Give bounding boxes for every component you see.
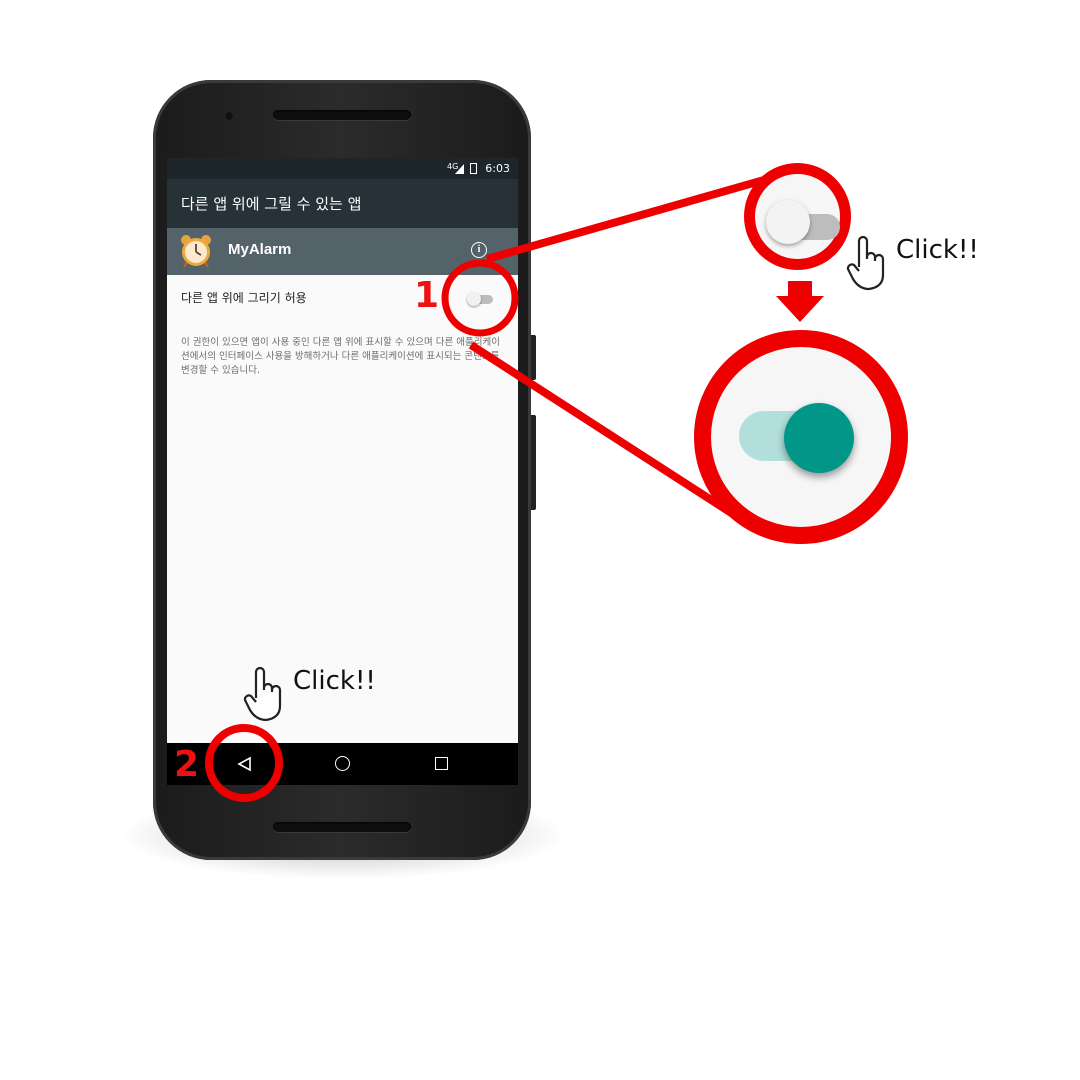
hand-pointer-icon bbox=[846, 235, 885, 291]
caption-line-1: 다른 앱 위에 그리기 권한을 bbox=[179, 912, 901, 982]
click-label-2: Click!! bbox=[293, 666, 376, 696]
toggle-on-thumb bbox=[784, 403, 854, 473]
highlight-back-circle bbox=[205, 724, 283, 802]
click-label-1: Click!! bbox=[896, 235, 979, 265]
highlight-toggle-circle bbox=[441, 259, 519, 337]
caption-line-2: 활성화 해주세요. bbox=[315, 989, 765, 1059]
zoom-toggle-off bbox=[744, 163, 851, 270]
arrow-down-shaft bbox=[788, 281, 812, 298]
toggle-off-thumb bbox=[766, 200, 810, 244]
step-number-2: 2 bbox=[174, 744, 200, 785]
step-number-1: 1 bbox=[414, 275, 440, 316]
hand-pointer-icon bbox=[243, 666, 282, 722]
arrow-down-icon bbox=[776, 296, 824, 322]
zoom-toggle-on bbox=[694, 330, 908, 544]
